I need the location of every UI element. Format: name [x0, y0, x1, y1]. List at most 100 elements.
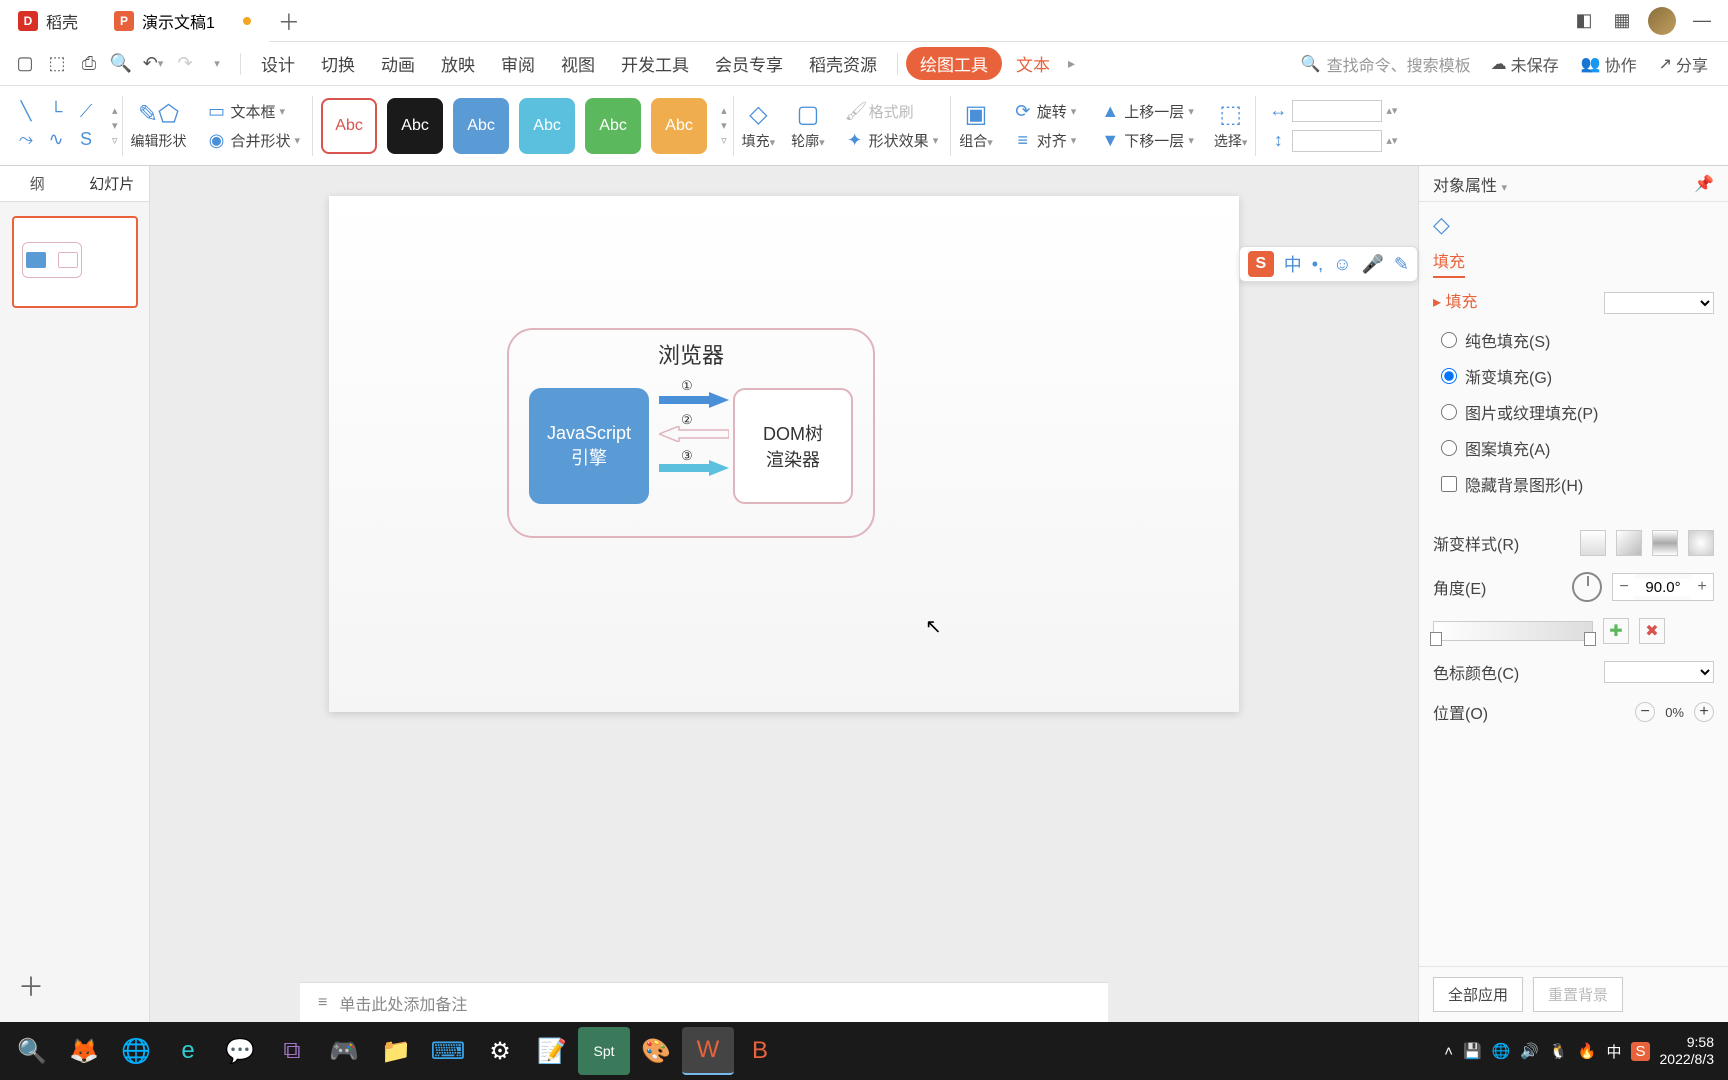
explorer-icon[interactable]: 📁 — [370, 1027, 422, 1075]
undo-icon[interactable]: ↶▾ — [138, 49, 168, 79]
menu-docker-res[interactable]: 稻壳资源 — [797, 45, 889, 82]
tray-volume-icon[interactable]: 🔊 — [1520, 1042, 1539, 1060]
tray-sogou-icon[interactable]: S — [1631, 1042, 1649, 1061]
checkbox-hide-bg[interactable]: 隐藏背景图形(H) — [1433, 466, 1714, 502]
outline-button[interactable]: ▢轮廓▾ — [791, 100, 825, 151]
radio-solid[interactable]: 纯色填充(S) — [1433, 322, 1714, 358]
align-button[interactable]: ≡对齐▾ — [1009, 128, 1081, 153]
ime-emoji-icon[interactable]: ☺ — [1333, 254, 1351, 275]
add-slide-button[interactable]: ＋ — [0, 949, 149, 1022]
ime-lang[interactable]: 中 — [1284, 251, 1302, 277]
print-icon[interactable]: ⎙ — [74, 49, 104, 79]
style-swatch-4[interactable]: Abc — [519, 98, 575, 154]
add-stop-button[interactable]: ✚ — [1603, 618, 1629, 644]
b-app-icon[interactable]: B — [734, 1027, 786, 1075]
shape-line-icon[interactable]: ╲ — [12, 99, 40, 125]
firefox-icon[interactable]: 🦊 — [58, 1027, 110, 1075]
style-swatch-6[interactable]: Abc — [651, 98, 707, 154]
style-swatch-2[interactable]: Abc — [387, 98, 443, 154]
radio-gradient[interactable]: 渐变填充(G) — [1433, 358, 1714, 394]
height-field[interactable]: ↕▴▾ — [1264, 128, 1401, 154]
visualstudio-icon[interactable]: ⧉ — [266, 1027, 318, 1075]
spt-icon[interactable]: Spt — [578, 1027, 630, 1075]
group-button[interactable]: ▣组合▾ — [959, 100, 993, 151]
gallery-up-icon[interactable]: ▴ — [112, 104, 118, 117]
gradient-stop-2[interactable] — [1584, 632, 1596, 646]
style-up-icon[interactable]: ▴ — [721, 104, 727, 117]
apply-all-button[interactable]: 全部应用 — [1433, 977, 1523, 1012]
browser-container-shape[interactable]: 浏览器 JavaScript 引擎 DOM树 渲染器 ① ② ③ — [507, 328, 875, 538]
paint-icon[interactable]: 🎨 — [630, 1027, 682, 1075]
shape-style-gallery[interactable]: Abc Abc Abc Abc Abc Abc — [321, 98, 707, 154]
tab-docker[interactable]: D 稻壳 — [0, 0, 96, 42]
arrow-2[interactable] — [659, 426, 729, 442]
tray-clock[interactable]: 9:58 2022/8/3 — [1660, 1034, 1715, 1068]
arrow-1[interactable] — [659, 392, 729, 408]
fill-button[interactable]: ◇填充▾ — [742, 100, 776, 151]
apps-grid-icon[interactable]: ▦ — [1610, 9, 1634, 33]
style-swatch-5[interactable]: Abc — [585, 98, 641, 154]
menu-view[interactable]: 视图 — [549, 45, 607, 82]
dom-renderer-shape[interactable]: DOM树 渲染器 — [733, 388, 853, 504]
format-painter-button[interactable]: 🖌格式刷 — [841, 99, 943, 124]
position-minus[interactable]: − — [1635, 702, 1655, 722]
qat-more-icon[interactable]: ▾ — [202, 49, 232, 79]
wps-task-icon[interactable]: W — [682, 1027, 734, 1075]
share-button[interactable]: ↗ 分享 — [1649, 52, 1718, 76]
ime-voice-icon[interactable]: 🎤 — [1361, 254, 1383, 275]
style-down-icon[interactable]: ▾ — [721, 119, 727, 132]
rotate-button[interactable]: ⟳旋转▾ — [1009, 99, 1081, 124]
position-plus[interactable]: + — [1694, 702, 1714, 722]
menu-draw-tool[interactable]: 绘图工具 — [906, 47, 1002, 80]
style-swatch-3[interactable]: Abc — [453, 98, 509, 154]
settings-icon[interactable]: ⚙ — [474, 1027, 526, 1075]
tray-up-icon[interactable]: ˄ — [1444, 1043, 1453, 1060]
pin-icon[interactable]: 📌 — [1694, 174, 1714, 194]
tab-document[interactable]: P 演示文稿1 — [96, 0, 269, 42]
avatar[interactable] — [1648, 7, 1676, 35]
redo-icon[interactable]: ↷ — [170, 49, 200, 79]
ime-floating-bar[interactable]: S 中 •, ☺ 🎤 ✎ — [1239, 246, 1418, 282]
angle-plus[interactable]: + — [1691, 574, 1713, 600]
menu-show[interactable]: 放映 — [429, 45, 487, 82]
style-swatch-1[interactable]: Abc — [321, 98, 377, 154]
window-mode-icon[interactable]: ◧ — [1572, 9, 1596, 33]
tray-usb-icon[interactable]: 💾 — [1463, 1042, 1482, 1060]
angle-minus[interactable]: − — [1613, 574, 1635, 600]
bring-forward-button[interactable]: ▲上移一层▾ — [1096, 99, 1198, 124]
ime-skin-icon[interactable]: ✎ — [1394, 254, 1409, 275]
fill-preset-select[interactable] — [1604, 292, 1714, 314]
app-icon[interactable]: 🎮 — [318, 1027, 370, 1075]
shapes-gallery[interactable]: ╲ └ ⟋ ⤳ ∿ S — [4, 86, 108, 165]
tray-app2-icon[interactable]: 🔥 — [1578, 1042, 1597, 1060]
wechat-icon[interactable]: 💬 — [214, 1027, 266, 1075]
shape-effects-button[interactable]: ✦形状效果▾ — [841, 128, 943, 153]
arrow-3[interactable] — [659, 460, 729, 476]
menu-design[interactable]: 设计 — [249, 45, 307, 82]
preview-icon[interactable]: 🔍 — [106, 49, 136, 79]
grad-style-3[interactable] — [1652, 530, 1678, 556]
shape-freeform-icon[interactable]: ∿ — [42, 127, 70, 153]
slide-thumbnail-1[interactable] — [12, 216, 138, 308]
reset-bg-button[interactable]: 重置背景 — [1533, 977, 1623, 1012]
menu-review[interactable]: 审阅 — [489, 45, 547, 82]
minimize-icon[interactable]: — — [1690, 9, 1714, 33]
shape-elbow-icon[interactable]: └ — [42, 99, 70, 125]
gradient-slider[interactable] — [1433, 621, 1593, 641]
angle-spinner[interactable]: − + — [1612, 573, 1714, 601]
js-engine-shape[interactable]: JavaScript 引擎 — [529, 388, 649, 504]
shape-curve-icon[interactable]: ⟋ — [72, 99, 100, 125]
width-field[interactable]: ↔▴▾ — [1264, 98, 1401, 124]
send-backward-button[interactable]: ▼下移一层▾ — [1096, 128, 1198, 153]
shape-scribble-icon[interactable]: S — [72, 127, 100, 153]
grad-style-4[interactable] — [1688, 530, 1714, 556]
style-more-icon[interactable]: ▿ — [721, 134, 727, 147]
search-task-icon[interactable]: 🔍 — [6, 1027, 58, 1075]
radio-picture[interactable]: 图片或纹理填充(P) — [1433, 394, 1714, 430]
grad-style-2[interactable] — [1616, 530, 1642, 556]
textbox-button[interactable]: ▭文本框▾ — [203, 99, 305, 124]
menu-text-tool[interactable]: 文本 — [1004, 45, 1062, 82]
unsaved-status[interactable]: ☁ 未保存 — [1481, 52, 1569, 76]
menu-dev[interactable]: 开发工具 — [609, 45, 701, 82]
remove-stop-button[interactable]: ✖ — [1639, 618, 1665, 644]
